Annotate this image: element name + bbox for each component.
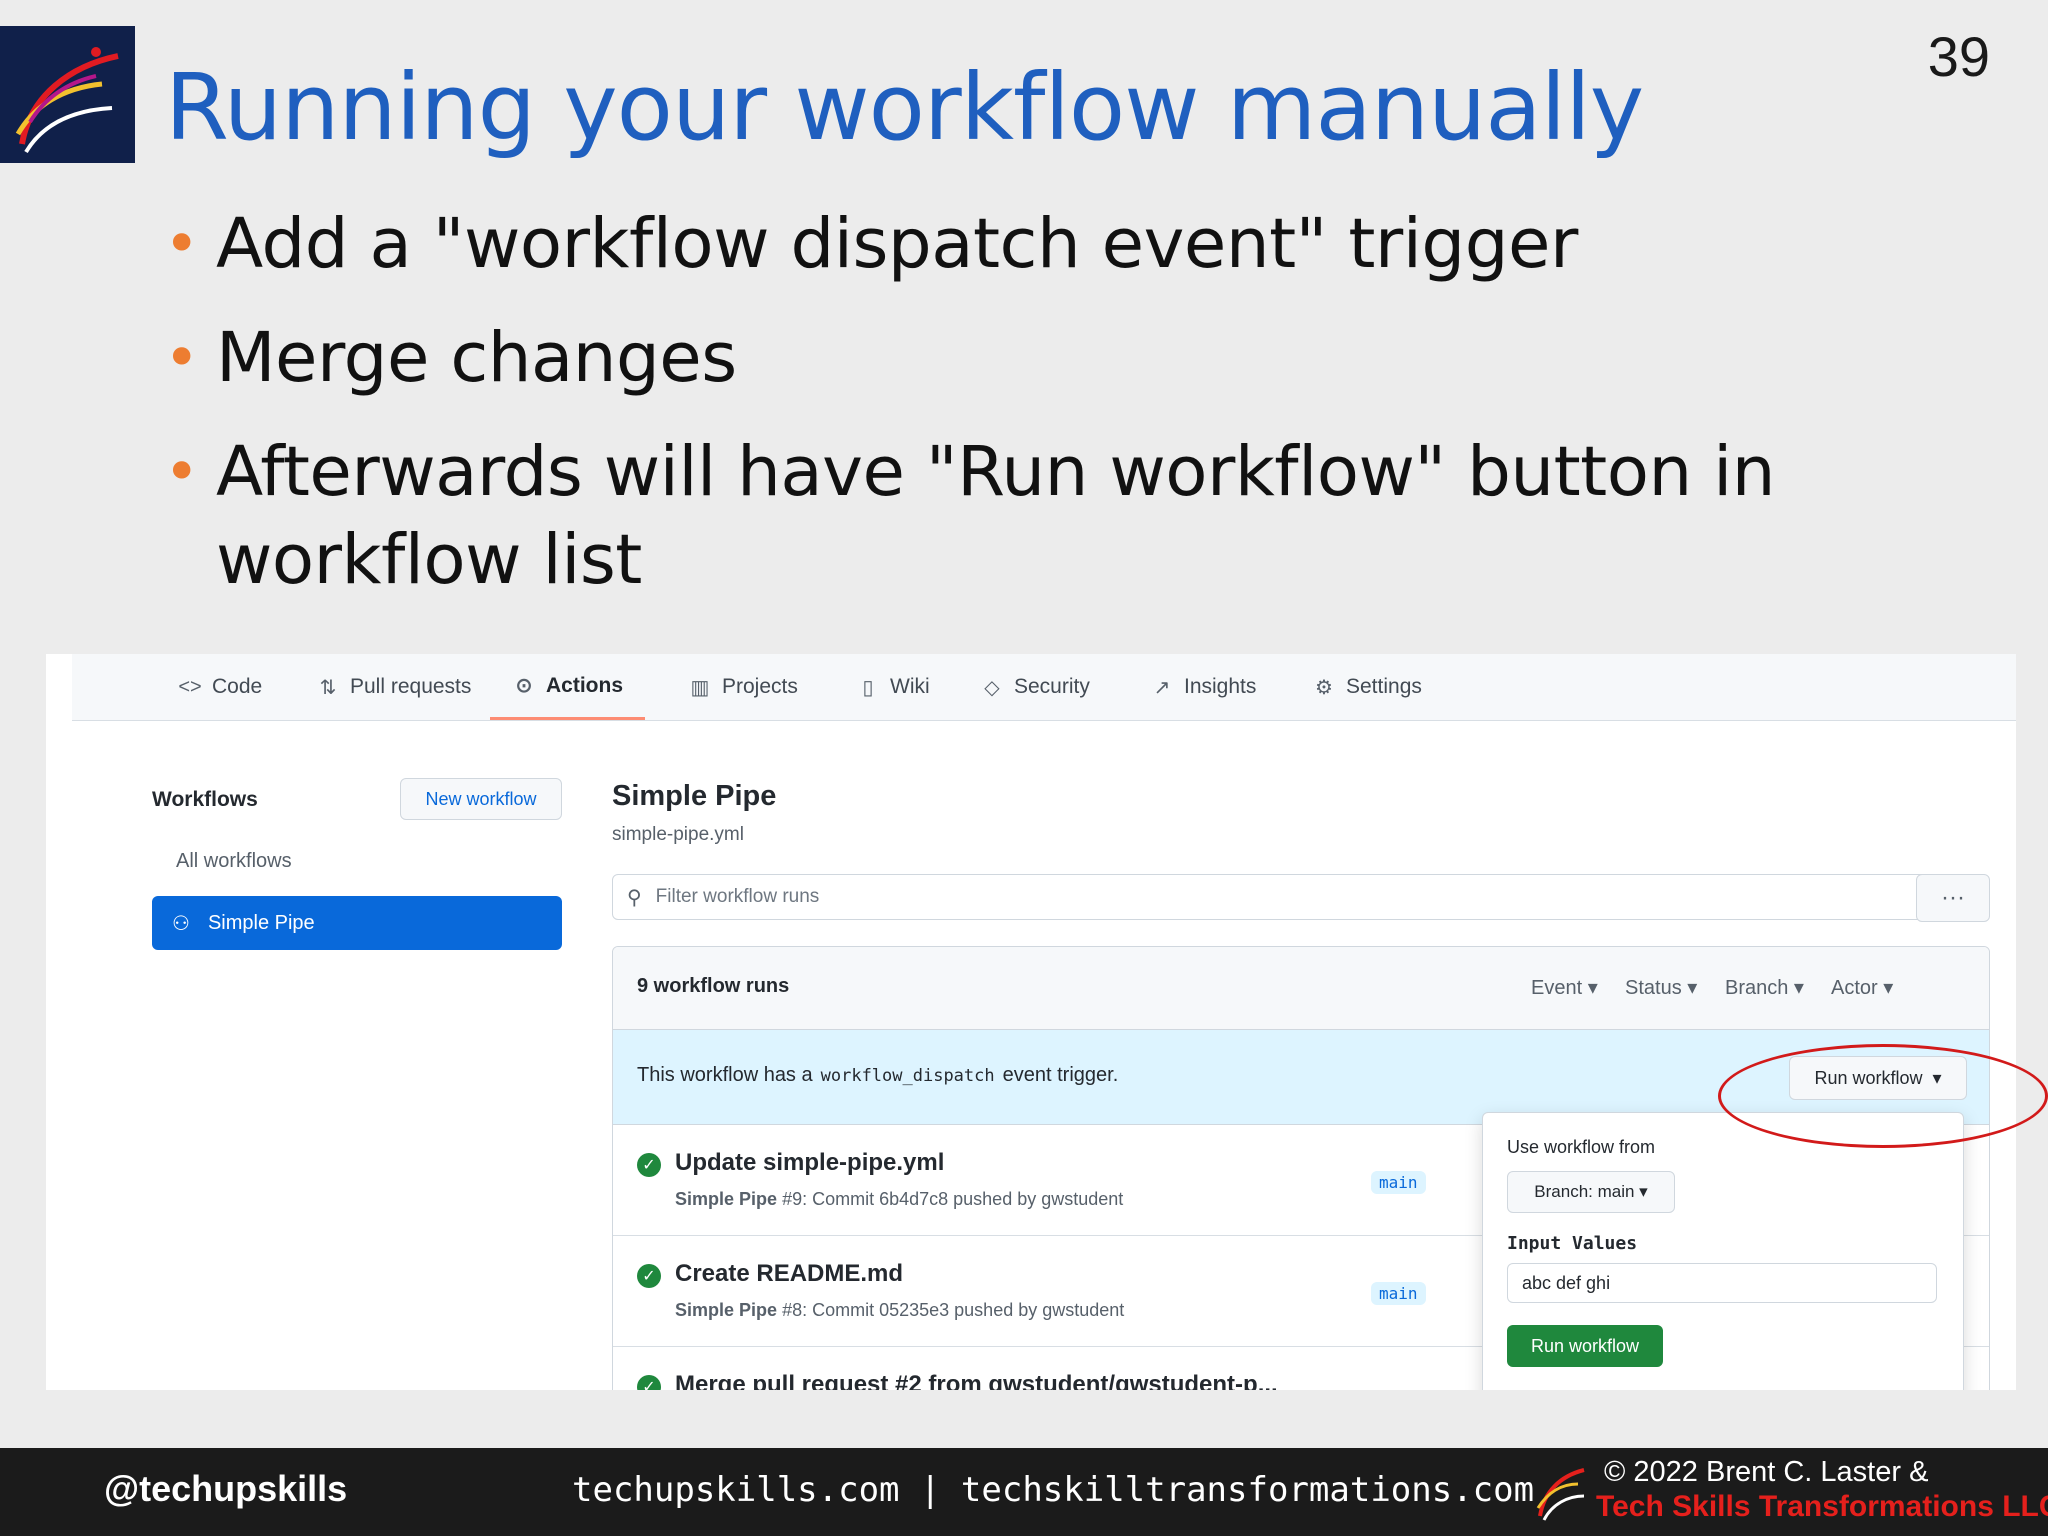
new-workflow-button[interactable]: New workflow bbox=[400, 778, 562, 820]
slide: 39 Running your workflow manually • Add a… bbox=[0, 0, 2048, 1536]
highlight-circle bbox=[1718, 1044, 2048, 1148]
tab-pull-requests[interactable]: ⇅ Pull requests bbox=[316, 654, 472, 720]
footer-copyright: © 2022 Brent C. Laster & bbox=[1604, 1456, 1929, 1488]
graph-icon: ↗ bbox=[1153, 676, 1171, 699]
runs-count: 9 workflow runs bbox=[637, 975, 790, 997]
runs-header: 9 workflow runs Event ▾ Status ▾ Branch … bbox=[613, 947, 1989, 1030]
branch-select-button[interactable]: Branch: main ▾ bbox=[1507, 1171, 1675, 1213]
run-title[interactable]: Merge pull request #2 from gwstudent/gws… bbox=[675, 1371, 1278, 1390]
tab-actions[interactable]: ⊙ Actions bbox=[490, 654, 646, 720]
tab-security[interactable]: ◇ Security bbox=[980, 654, 1090, 720]
dispatch-message: This workflow has a workflow_dispatch even… bbox=[637, 1064, 1119, 1086]
filter-runs-input[interactable]: ⚲ Filter workflow runs bbox=[612, 874, 1938, 920]
footer-company: Tech Skills Transformations LLC bbox=[1596, 1490, 2048, 1523]
tab-insights[interactable]: ↗ Insights bbox=[1150, 654, 1257, 720]
input-values-label: Input Values bbox=[1507, 1233, 1638, 1254]
success-check-icon: ✓ bbox=[637, 1153, 661, 1177]
sidebar-item-simple-pipe[interactable]: ⚇ Simple Pipe bbox=[152, 896, 562, 950]
bullet-item: • Add a "workflow dispatch event" trigger bbox=[160, 200, 1800, 288]
bullet-dot-icon: • bbox=[164, 209, 199, 279]
run-title[interactable]: Update simple-pipe.yml bbox=[675, 1149, 944, 1177]
logo-swoosh-icon bbox=[15, 47, 119, 154]
book-icon: ▯ bbox=[862, 676, 874, 699]
workflow-title: Simple Pipe bbox=[612, 780, 777, 812]
branch-filter-dropdown[interactable]: Branch ▾ bbox=[1725, 975, 1804, 1000]
bullet-dot-icon: • bbox=[164, 437, 199, 507]
tab-settings[interactable]: ⚙ Settings bbox=[1312, 654, 1422, 720]
tab-code[interactable]: <> Code bbox=[178, 654, 262, 720]
run-subtitle: Simple Pipe #8: Commit 05235e3 pushed by… bbox=[675, 1300, 1125, 1320]
repo-nav: <> Code ⇅ Pull requests ⊙ Actions ▥ Projects… bbox=[72, 654, 2016, 721]
footer-logo-icon bbox=[1536, 1468, 1585, 1521]
search-icon: ⚲ bbox=[627, 886, 642, 909]
tab-projects[interactable]: ▥ Projects bbox=[688, 654, 798, 720]
bullet-item: • Afterwards will have "Run workflow" but… bbox=[160, 428, 1800, 604]
status-filter-dropdown[interactable]: Status ▾ bbox=[1625, 975, 1697, 1000]
success-check-icon: ✓ bbox=[637, 1375, 661, 1390]
event-filter-dropdown[interactable]: Event ▾ bbox=[1531, 975, 1598, 1000]
workflow-icon: ⚇ bbox=[172, 912, 190, 935]
footer: @techupskills techupskills.com | techski… bbox=[0, 1448, 2048, 1536]
all-workflows-link[interactable]: All workflows bbox=[176, 850, 292, 873]
run-title[interactable]: Create README.md bbox=[675, 1260, 903, 1288]
slide-title: Running your workflow manually bbox=[165, 54, 1644, 161]
input-values-field[interactable]: abc def ghi bbox=[1507, 1263, 1937, 1303]
bullet-dot-icon: • bbox=[164, 323, 199, 393]
gear-icon: ⚙ bbox=[1315, 676, 1333, 699]
actor-filter-dropdown[interactable]: Actor ▾ bbox=[1831, 975, 1893, 1000]
footer-handle: @techupskills bbox=[104, 1468, 348, 1509]
more-options-button[interactable]: ··· bbox=[1916, 874, 1990, 922]
footer-websites: techupskills.com | techskilltransformati… bbox=[572, 1470, 1535, 1510]
run-subtitle: Simple Pipe #9: Commit 6b4d7c8 pushed by… bbox=[675, 1189, 1124, 1209]
branch-badge[interactable]: main bbox=[1371, 1171, 1426, 1194]
workflows-heading: Workflows bbox=[152, 788, 258, 811]
success-check-icon: ✓ bbox=[637, 1264, 661, 1288]
play-icon: ⊙ bbox=[515, 675, 533, 697]
shield-icon: ◇ bbox=[984, 676, 1000, 699]
pull-request-icon: ⇅ bbox=[319, 676, 337, 699]
bullet-item: • Merge changes bbox=[160, 314, 1800, 402]
tab-wiki[interactable]: ▯ Wiki bbox=[856, 654, 929, 720]
page-number: 39 bbox=[1927, 25, 1990, 88]
branch-badge[interactable]: main bbox=[1371, 1282, 1426, 1305]
run-workflow-button[interactable]: Run workflow bbox=[1507, 1325, 1663, 1367]
code-icon: <> bbox=[178, 675, 202, 698]
workflow-file-link[interactable]: simple-pipe.yml bbox=[612, 824, 744, 846]
use-workflow-from-label: Use workflow from bbox=[1507, 1137, 1656, 1157]
run-workflow-popup: Use workflow from Branch: main ▾ Input V… bbox=[1482, 1112, 1964, 1390]
bullet-list: • Add a "workflow dispatch event" trigger… bbox=[160, 200, 1800, 630]
logo bbox=[0, 26, 135, 163]
project-icon: ▥ bbox=[690, 676, 710, 699]
github-actions-screenshot: <> Code ⇅ Pull requests ⊙ Actions ▥ Projects… bbox=[46, 654, 2016, 1390]
